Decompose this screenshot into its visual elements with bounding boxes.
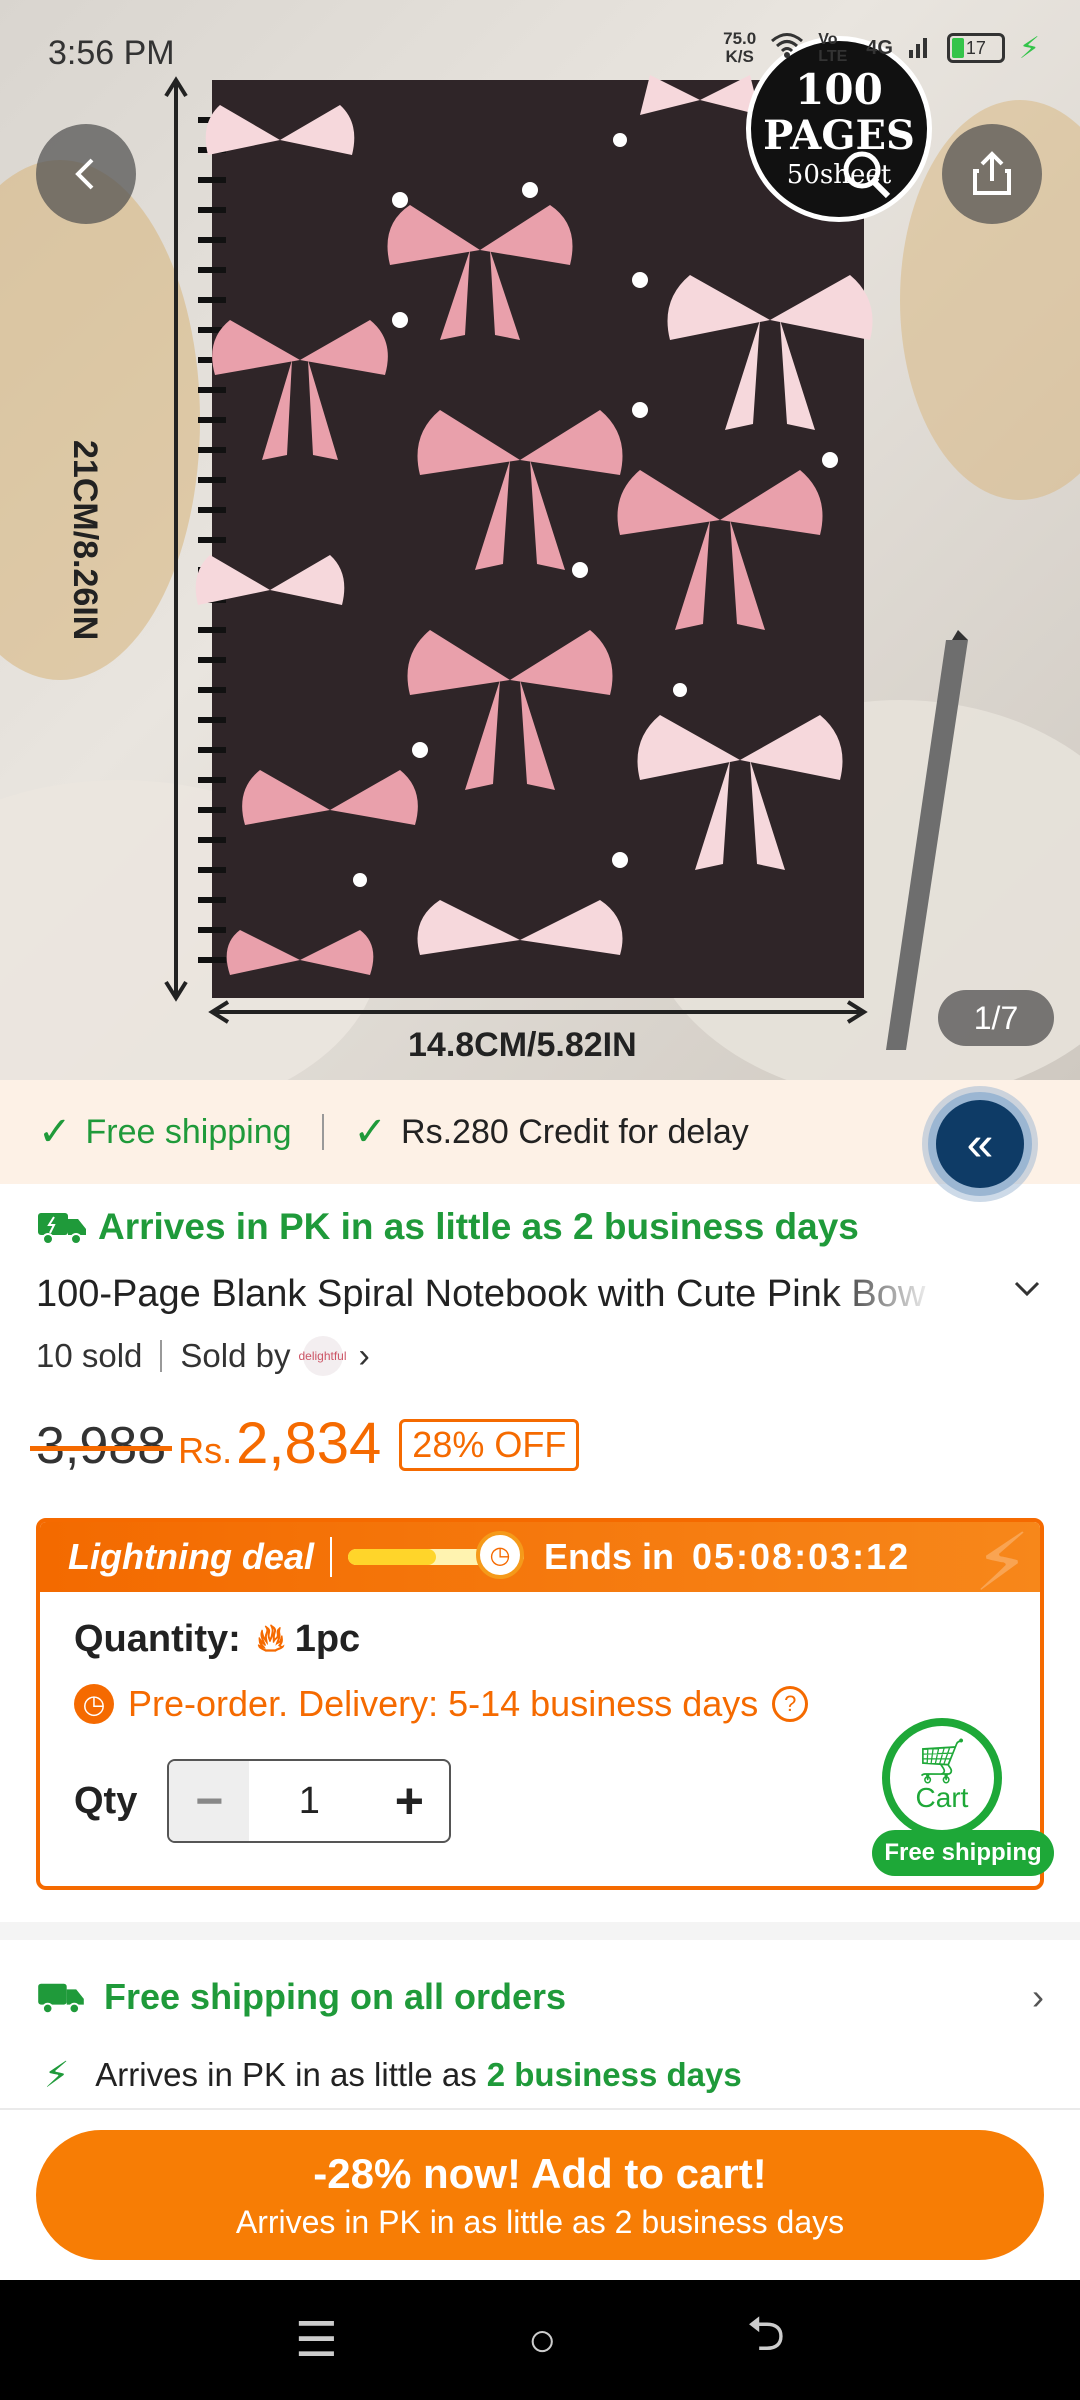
arrival-banner: Arrives in PK in as little as 2 business… xyxy=(36,1206,859,1248)
free-shipping-label: Free shipping xyxy=(85,1112,292,1151)
collapse-button[interactable]: « xyxy=(928,1092,1032,1196)
home-icon[interactable]: ○ xyxy=(528,2313,557,2368)
cart-label: Cart xyxy=(915,1782,969,1813)
divider xyxy=(329,1537,332,1577)
clock-icon: ◷ xyxy=(74,1684,114,1724)
check-icon: ✓ xyxy=(38,1110,72,1154)
arrival-text: Arrives in PK in as little as 2 business… xyxy=(98,1206,859,1247)
chevron-right-icon: › xyxy=(358,1336,370,1375)
sold-row[interactable]: 10 sold Sold by delightful › xyxy=(36,1336,370,1376)
sold-by-label: Sold by xyxy=(180,1337,291,1374)
currency-label: Rs. xyxy=(178,1430,233,1471)
network-label: 4G xyxy=(866,36,893,59)
quantity-line: Quantity: 🔥︎ 1pc xyxy=(74,1618,1040,1661)
product-title: 100-Page Blank Spiral Notebook with Cute… xyxy=(36,1272,936,1315)
truck-icon xyxy=(38,1213,86,1245)
clock-icon: ◷ xyxy=(475,1531,524,1579)
credit-label: Rs.280 Credit for delay xyxy=(401,1112,749,1151)
preorder-line: ◷ Pre-order. Delivery: 5-14 business day… xyxy=(74,1683,1040,1725)
search-icon xyxy=(843,151,891,199)
status-bar: 3:56 PM 75.0 K/S Vo LTE 4G 17 ⚡ xyxy=(0,0,1080,100)
arrival-prefix: Arrives in PK in as little as xyxy=(95,2056,477,2093)
check-icon: ✓ xyxy=(353,1110,388,1154)
original-price: 3,988 xyxy=(29,1417,173,1475)
quantity-stepper[interactable]: − 1 + xyxy=(167,1759,452,1843)
volte-label: Vo LTE xyxy=(818,31,848,65)
wifi-icon xyxy=(770,32,804,64)
product-image[interactable]: 21CM/8.26IN 14.8CM/5.82IN 100 PAGES 50sh… xyxy=(0,0,1080,1080)
cart-icon: 🛒︎ xyxy=(914,1737,970,1786)
share-button[interactable] xyxy=(942,124,1042,224)
battery-icon: 17 xyxy=(946,33,1005,63)
width-dimension-label: 14.8CM/5.82IN xyxy=(408,1026,637,1064)
price-row: 3,988 Rs. 2,834 28% OFF xyxy=(29,1410,580,1477)
flame-icon: 🔥︎ xyxy=(256,1618,285,1660)
sale-price: 2,834 xyxy=(236,1411,382,1476)
quantity-value: 1pc xyxy=(294,1618,361,1660)
net-speed-unit: K/S xyxy=(725,47,754,66)
height-dimension-label: 21CM/8.26IN xyxy=(66,440,104,641)
image-counter: 1/7 xyxy=(938,990,1054,1046)
discount-badge: 28% OFF xyxy=(399,1419,580,1471)
quantity-label: Quantity: xyxy=(74,1618,241,1660)
add-to-cart-sublabel: Arrives in PK in as little as 2 business… xyxy=(235,2203,845,2240)
seller-logo[interactable]: delightful xyxy=(298,1336,347,1376)
net-speed: 75.0 K/S xyxy=(723,30,756,66)
truck-icon xyxy=(38,1983,84,2015)
share-icon xyxy=(973,151,1011,195)
shipping-strip: ✓ Free shipping ✓ Rs.280 Credit for dela… xyxy=(0,1080,1080,1184)
arrival-info: ⚡ Arrives in PK in as little as 2 busine… xyxy=(44,2054,742,2096)
deal-title: Lightning deal xyxy=(68,1536,314,1577)
product-title-row[interactable]: 100-Page Blank Spiral Notebook with Cute… xyxy=(36,1266,1044,1322)
help-icon[interactable]: ? xyxy=(772,1686,809,1722)
battery-level: 17 xyxy=(965,37,986,58)
charging-icon: ⚡ xyxy=(1018,31,1040,65)
net-speed-value: 75.0 xyxy=(723,29,757,48)
qty-label: Qty xyxy=(74,1779,138,1822)
lightning-icon: ⚡ xyxy=(44,2054,70,2095)
divider xyxy=(321,1114,324,1150)
arrival-days: 2 business days xyxy=(486,2056,742,2093)
section-divider xyxy=(0,1922,1080,1940)
divider xyxy=(0,2108,1080,2110)
search-button[interactable] xyxy=(816,124,916,224)
chevron-down-icon[interactable] xyxy=(1010,1272,1044,1306)
add-to-cart-button[interactable]: -28% now! Add to cart! Arrives in PK in … xyxy=(36,2130,1044,2260)
free-shipping-row[interactable]: Free shipping on all orders › xyxy=(36,1976,1044,2018)
system-nav-bar: ☰ ○ ⮌ xyxy=(0,2280,1080,2400)
preorder-text: Pre-order. Delivery: 5-14 business days xyxy=(128,1683,759,1724)
add-to-cart-label: -28% now! Add to cart! xyxy=(313,2149,767,2197)
qty-value[interactable]: 1 xyxy=(249,1761,369,1841)
deal-header: Lightning deal ◷ Ends in 05:08:03:12 ⚡ xyxy=(40,1522,1040,1607)
deal-progress-fill xyxy=(347,1549,436,1565)
back-arrow-icon xyxy=(75,158,94,190)
divider xyxy=(160,1340,163,1372)
menu-icon[interactable]: ☰ xyxy=(295,2312,338,2368)
status-time: 3:56 PM xyxy=(48,34,175,72)
cart-free-shipping-badge: Free shipping xyxy=(872,1830,1054,1876)
sold-count: 10 sold xyxy=(36,1337,143,1374)
deal-progress-bar: ◷ xyxy=(347,1531,524,1579)
increase-qty-button[interactable]: + xyxy=(369,1761,449,1841)
status-icons: 75.0 K/S Vo LTE 4G 17 ⚡ xyxy=(723,30,1040,66)
back-button[interactable] xyxy=(36,124,136,224)
back-nav-icon[interactable]: ⮌ xyxy=(747,2300,785,2381)
decrease-qty-button[interactable]: − xyxy=(169,1761,250,1841)
countdown-timer: 05:08:03:12 xyxy=(692,1536,911,1577)
cart-button[interactable]: 🛒︎ Cart xyxy=(882,1718,1002,1838)
free-shipping-all-orders: Free shipping on all orders xyxy=(104,1976,567,2017)
ends-label: Ends in xyxy=(543,1536,674,1577)
signal-icon xyxy=(907,32,933,64)
double-chevron-left-icon: « xyxy=(966,1117,994,1171)
chevron-right-icon: › xyxy=(1032,1976,1044,2017)
